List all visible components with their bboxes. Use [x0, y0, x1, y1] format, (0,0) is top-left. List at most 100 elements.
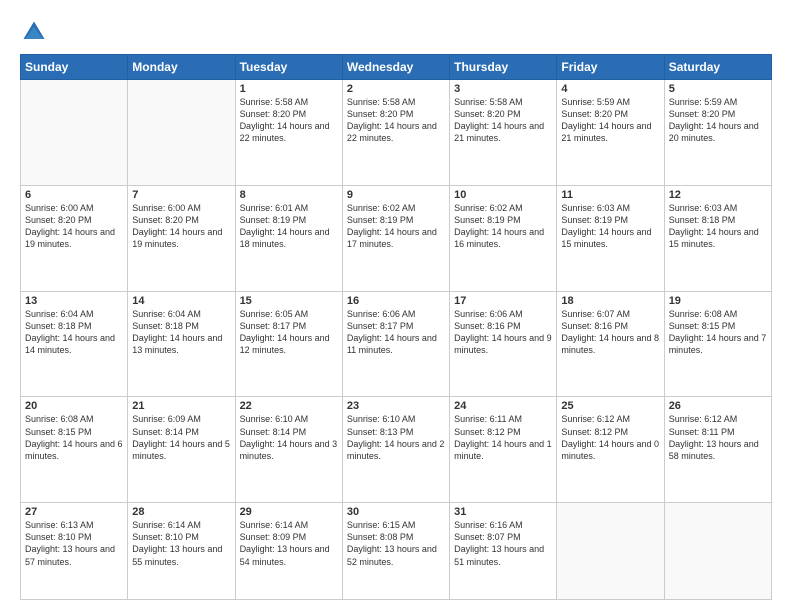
day-number: 10 [454, 189, 552, 201]
calendar-cell: 28Sunrise: 6:14 AMSunset: 8:10 PMDayligh… [128, 503, 235, 600]
cell-info: Sunrise: 6:16 AMSunset: 8:07 PMDaylight:… [454, 519, 552, 568]
calendar-cell: 7Sunrise: 6:00 AMSunset: 8:20 PMDaylight… [128, 185, 235, 291]
week-row-1: 6Sunrise: 6:00 AMSunset: 8:20 PMDaylight… [21, 185, 772, 291]
cell-info: Sunrise: 6:07 AMSunset: 8:16 PMDaylight:… [561, 308, 659, 357]
week-row-3: 20Sunrise: 6:08 AMSunset: 8:15 PMDayligh… [21, 397, 772, 503]
logo-icon [20, 18, 48, 46]
weekday-header-tuesday: Tuesday [235, 55, 342, 80]
weekday-header-monday: Monday [128, 55, 235, 80]
day-number: 31 [454, 506, 552, 518]
weekday-header-row: SundayMondayTuesdayWednesdayThursdayFrid… [21, 55, 772, 80]
cell-info: Sunrise: 6:14 AMSunset: 8:10 PMDaylight:… [132, 519, 230, 568]
calendar-cell: 5Sunrise: 5:59 AMSunset: 8:20 PMDaylight… [664, 80, 771, 186]
cell-info: Sunrise: 6:06 AMSunset: 8:17 PMDaylight:… [347, 308, 445, 357]
day-number: 4 [561, 83, 659, 95]
calendar-cell: 25Sunrise: 6:12 AMSunset: 8:12 PMDayligh… [557, 397, 664, 503]
day-number: 3 [454, 83, 552, 95]
weekday-header-saturday: Saturday [664, 55, 771, 80]
day-number: 7 [132, 189, 230, 201]
week-row-0: 1Sunrise: 5:58 AMSunset: 8:20 PMDaylight… [21, 80, 772, 186]
cell-info: Sunrise: 6:10 AMSunset: 8:13 PMDaylight:… [347, 413, 445, 462]
calendar-cell: 16Sunrise: 6:06 AMSunset: 8:17 PMDayligh… [342, 291, 449, 397]
calendar-cell: 19Sunrise: 6:08 AMSunset: 8:15 PMDayligh… [664, 291, 771, 397]
day-number: 8 [240, 189, 338, 201]
calendar-cell: 11Sunrise: 6:03 AMSunset: 8:19 PMDayligh… [557, 185, 664, 291]
day-number: 19 [669, 295, 767, 307]
calendar-cell: 14Sunrise: 6:04 AMSunset: 8:18 PMDayligh… [128, 291, 235, 397]
day-number: 11 [561, 189, 659, 201]
cell-info: Sunrise: 6:02 AMSunset: 8:19 PMDaylight:… [454, 202, 552, 251]
cell-info: Sunrise: 6:00 AMSunset: 8:20 PMDaylight:… [132, 202, 230, 251]
day-number: 23 [347, 400, 445, 412]
cell-info: Sunrise: 6:02 AMSunset: 8:19 PMDaylight:… [347, 202, 445, 251]
cell-info: Sunrise: 6:01 AMSunset: 8:19 PMDaylight:… [240, 202, 338, 251]
calendar-cell: 17Sunrise: 6:06 AMSunset: 8:16 PMDayligh… [450, 291, 557, 397]
calendar-cell: 30Sunrise: 6:15 AMSunset: 8:08 PMDayligh… [342, 503, 449, 600]
day-number: 27 [25, 506, 123, 518]
cell-info: Sunrise: 6:00 AMSunset: 8:20 PMDaylight:… [25, 202, 123, 251]
calendar-cell: 15Sunrise: 6:05 AMSunset: 8:17 PMDayligh… [235, 291, 342, 397]
cell-info: Sunrise: 5:58 AMSunset: 8:20 PMDaylight:… [347, 96, 445, 145]
cell-info: Sunrise: 5:59 AMSunset: 8:20 PMDaylight:… [669, 96, 767, 145]
calendar-cell: 23Sunrise: 6:10 AMSunset: 8:13 PMDayligh… [342, 397, 449, 503]
calendar-cell: 3Sunrise: 5:58 AMSunset: 8:20 PMDaylight… [450, 80, 557, 186]
calendar-cell [664, 503, 771, 600]
day-number: 14 [132, 295, 230, 307]
day-number: 13 [25, 295, 123, 307]
day-number: 26 [669, 400, 767, 412]
header [20, 18, 772, 46]
calendar-cell: 21Sunrise: 6:09 AMSunset: 8:14 PMDayligh… [128, 397, 235, 503]
calendar-cell: 20Sunrise: 6:08 AMSunset: 8:15 PMDayligh… [21, 397, 128, 503]
weekday-header-friday: Friday [557, 55, 664, 80]
day-number: 29 [240, 506, 338, 518]
cell-info: Sunrise: 6:06 AMSunset: 8:16 PMDaylight:… [454, 308, 552, 357]
cell-info: Sunrise: 5:59 AMSunset: 8:20 PMDaylight:… [561, 96, 659, 145]
cell-info: Sunrise: 6:08 AMSunset: 8:15 PMDaylight:… [25, 413, 123, 462]
cell-info: Sunrise: 6:11 AMSunset: 8:12 PMDaylight:… [454, 413, 552, 462]
cell-info: Sunrise: 6:15 AMSunset: 8:08 PMDaylight:… [347, 519, 445, 568]
calendar-cell [128, 80, 235, 186]
cell-info: Sunrise: 6:04 AMSunset: 8:18 PMDaylight:… [25, 308, 123, 357]
day-number: 22 [240, 400, 338, 412]
day-number: 1 [240, 83, 338, 95]
day-number: 12 [669, 189, 767, 201]
cell-info: Sunrise: 6:05 AMSunset: 8:17 PMDaylight:… [240, 308, 338, 357]
calendar-cell: 4Sunrise: 5:59 AMSunset: 8:20 PMDaylight… [557, 80, 664, 186]
day-number: 5 [669, 83, 767, 95]
calendar-cell: 9Sunrise: 6:02 AMSunset: 8:19 PMDaylight… [342, 185, 449, 291]
cell-info: Sunrise: 5:58 AMSunset: 8:20 PMDaylight:… [240, 96, 338, 145]
week-row-2: 13Sunrise: 6:04 AMSunset: 8:18 PMDayligh… [21, 291, 772, 397]
page: SundayMondayTuesdayWednesdayThursdayFrid… [0, 0, 792, 612]
cell-info: Sunrise: 6:12 AMSunset: 8:12 PMDaylight:… [561, 413, 659, 462]
cell-info: Sunrise: 6:08 AMSunset: 8:15 PMDaylight:… [669, 308, 767, 357]
calendar-cell: 8Sunrise: 6:01 AMSunset: 8:19 PMDaylight… [235, 185, 342, 291]
day-number: 28 [132, 506, 230, 518]
weekday-header-thursday: Thursday [450, 55, 557, 80]
cell-info: Sunrise: 6:04 AMSunset: 8:18 PMDaylight:… [132, 308, 230, 357]
logo [20, 18, 52, 46]
calendar-cell: 6Sunrise: 6:00 AMSunset: 8:20 PMDaylight… [21, 185, 128, 291]
day-number: 24 [454, 400, 552, 412]
cell-info: Sunrise: 6:10 AMSunset: 8:14 PMDaylight:… [240, 413, 338, 462]
cell-info: Sunrise: 6:03 AMSunset: 8:18 PMDaylight:… [669, 202, 767, 251]
calendar-cell: 2Sunrise: 5:58 AMSunset: 8:20 PMDaylight… [342, 80, 449, 186]
day-number: 20 [25, 400, 123, 412]
calendar-table: SundayMondayTuesdayWednesdayThursdayFrid… [20, 54, 772, 600]
calendar-cell: 22Sunrise: 6:10 AMSunset: 8:14 PMDayligh… [235, 397, 342, 503]
day-number: 30 [347, 506, 445, 518]
day-number: 18 [561, 295, 659, 307]
calendar-cell: 29Sunrise: 6:14 AMSunset: 8:09 PMDayligh… [235, 503, 342, 600]
calendar-cell: 12Sunrise: 6:03 AMSunset: 8:18 PMDayligh… [664, 185, 771, 291]
day-number: 2 [347, 83, 445, 95]
cell-info: Sunrise: 6:09 AMSunset: 8:14 PMDaylight:… [132, 413, 230, 462]
calendar-cell: 13Sunrise: 6:04 AMSunset: 8:18 PMDayligh… [21, 291, 128, 397]
cell-info: Sunrise: 6:03 AMSunset: 8:19 PMDaylight:… [561, 202, 659, 251]
week-row-4: 27Sunrise: 6:13 AMSunset: 8:10 PMDayligh… [21, 503, 772, 600]
day-number: 16 [347, 295, 445, 307]
cell-info: Sunrise: 6:12 AMSunset: 8:11 PMDaylight:… [669, 413, 767, 462]
weekday-header-sunday: Sunday [21, 55, 128, 80]
day-number: 17 [454, 295, 552, 307]
cell-info: Sunrise: 6:13 AMSunset: 8:10 PMDaylight:… [25, 519, 123, 568]
calendar-cell: 1Sunrise: 5:58 AMSunset: 8:20 PMDaylight… [235, 80, 342, 186]
day-number: 21 [132, 400, 230, 412]
